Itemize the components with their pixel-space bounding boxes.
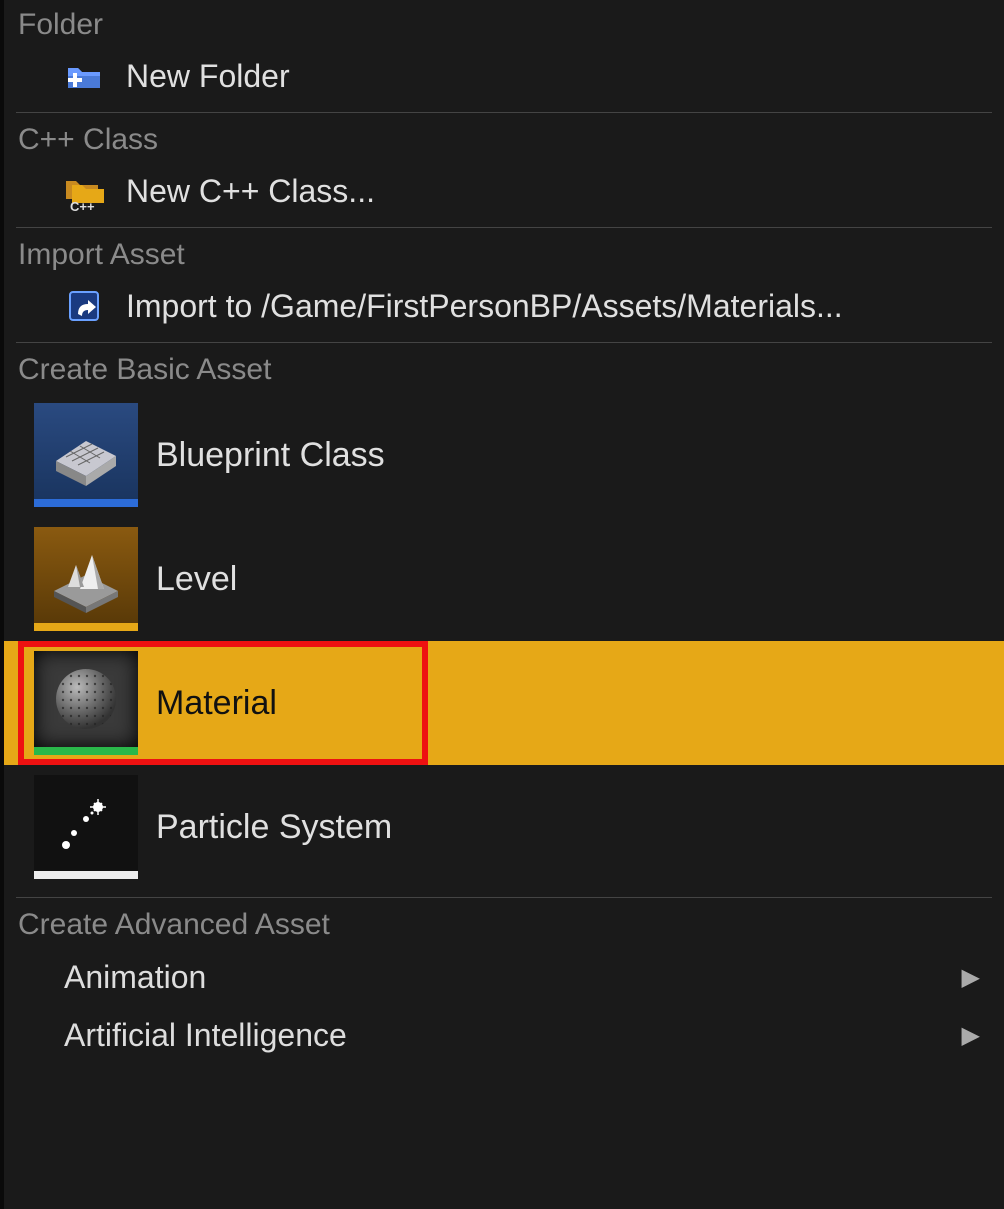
import-asset-label: Import to /Game/FirstPersonBP/Assets/Mat…: [126, 288, 843, 325]
section-header-cpp: C++ Class: [4, 117, 1004, 163]
section-header-folder: Folder: [4, 2, 1004, 48]
import-icon: [64, 286, 104, 326]
material-icon: [34, 651, 138, 755]
advanced-artificial-intelligence[interactable]: Artificial Intelligence ▶: [4, 1006, 1004, 1064]
asset-particle-system[interactable]: Particle System: [4, 765, 1004, 889]
new-cpp-class-item[interactable]: C++ New C++ Class...: [4, 163, 1004, 219]
import-asset-item[interactable]: Import to /Game/FirstPersonBP/Assets/Mat…: [4, 278, 1004, 334]
divider: [16, 227, 992, 228]
section-header-advanced: Create Advanced Asset: [4, 902, 1004, 948]
asset-material[interactable]: Material: [4, 641, 1004, 765]
asset-label: Level: [156, 560, 237, 599]
advanced-label: Artificial Intelligence: [64, 1017, 347, 1054]
blueprint-icon: [34, 403, 138, 507]
level-icon: [34, 527, 138, 631]
section-header-import: Import Asset: [4, 232, 1004, 278]
context-menu: Folder New Folder C++ Class C++ New C++ …: [0, 0, 1004, 1209]
asset-label: Material: [156, 684, 277, 723]
new-folder-item[interactable]: New Folder: [4, 48, 1004, 104]
asset-blueprint-class[interactable]: Blueprint Class: [4, 393, 1004, 517]
divider: [16, 112, 992, 113]
new-cpp-class-label: New C++ Class...: [126, 173, 375, 210]
advanced-animation[interactable]: Animation ▶: [4, 948, 1004, 1006]
new-folder-label: New Folder: [126, 58, 290, 95]
chevron-right-icon: ▶: [962, 963, 980, 992]
divider: [16, 342, 992, 343]
advanced-label: Animation: [64, 959, 206, 996]
asset-level[interactable]: Level: [4, 517, 1004, 641]
chevron-right-icon: ▶: [962, 1021, 980, 1050]
section-header-basic: Create Basic Asset: [4, 347, 1004, 393]
particle-icon: [34, 775, 138, 879]
asset-label: Particle System: [156, 808, 392, 847]
cpp-folder-icon: C++: [64, 171, 104, 211]
folder-add-icon: [64, 56, 104, 96]
divider: [16, 897, 992, 898]
svg-text:C++: C++: [70, 199, 95, 211]
asset-label: Blueprint Class: [156, 436, 385, 475]
